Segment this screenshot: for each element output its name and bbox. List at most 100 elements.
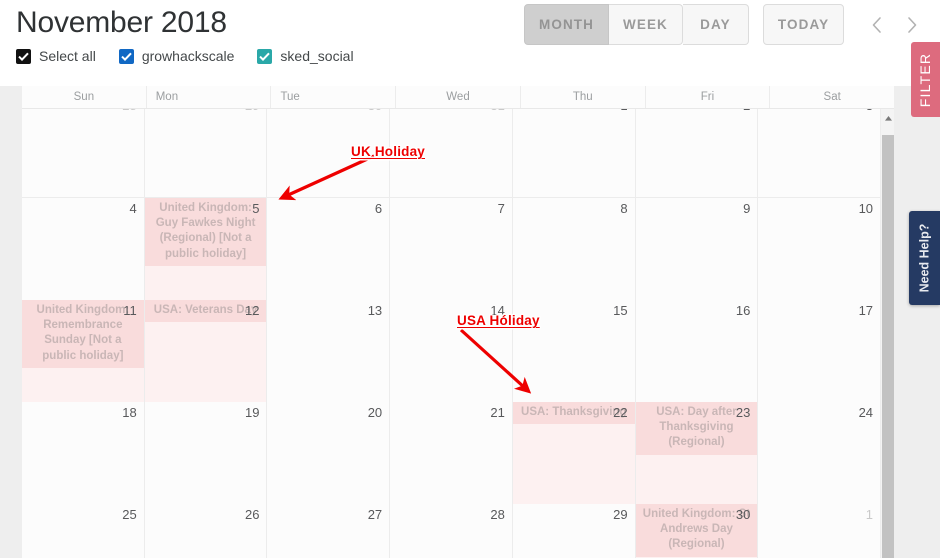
view-switcher: MONTH WEEK DAY TODAY <box>524 4 930 45</box>
page-title: November 2018 <box>16 6 227 39</box>
day-header-thu: Thu <box>519 86 645 108</box>
day-number: 19 <box>244 405 260 420</box>
account-filter-checkboxes: Select all growhackscale sked_social <box>16 46 377 66</box>
day-of-week-header: Sun Mon Tue Wed Thu Fri Sat <box>22 86 894 109</box>
day-number: 1 <box>620 109 627 113</box>
month-nav <box>858 5 930 45</box>
page-header: November 2018 MONTH WEEK DAY TODAY Selec… <box>0 0 940 86</box>
calendar-day-cell[interactable]: 13 <box>266 300 390 402</box>
day-number: 27 <box>367 507 383 522</box>
calendar-week-row: 25 26 27 28 29 United Kingdom: St Andrews Day… <box>22 503 880 558</box>
calendar-day-cell[interactable]: 6 <box>266 198 390 300</box>
need-help-tab[interactable]: Need Help? <box>909 211 940 305</box>
calendar-day-cell[interactable]: USA: Thanksgiving 22 <box>511 402 635 504</box>
day-number: 29 <box>613 507 628 522</box>
calendar-day-cell[interactable]: 24 <box>757 402 880 504</box>
calendar-grid-viewport: 282930311234United Kingdom: Guy Fawkes N… <box>22 109 880 558</box>
calendar-day-cell[interactable]: 29 <box>511 504 635 558</box>
day-number: 30 <box>735 507 751 522</box>
calendar-day-cell[interactable]: 17 <box>757 300 880 402</box>
calendar-day-cell[interactable]: 21 <box>389 402 512 504</box>
checkbox-sked-social[interactable] <box>257 48 273 64</box>
calendar-day-cell[interactable]: 4 <box>22 198 144 300</box>
calendar-scrollbar[interactable] <box>880 109 894 558</box>
calendar-day-cell[interactable]: USA: Veterans Day 12 <box>143 300 267 402</box>
scroll-up-arrow-icon[interactable] <box>881 109 895 127</box>
checkbox-label-select-all: Select all <box>39 48 96 64</box>
calendar-week-row: United Kingdom: Remembrance Sunday [Not … <box>22 299 880 402</box>
day-number: 6 <box>374 201 383 216</box>
calendar-day-cell[interactable]: 26 <box>143 504 267 558</box>
view-button-week[interactable]: WEEK <box>609 4 683 45</box>
checkbox-select-all[interactable] <box>16 48 31 64</box>
need-help-tab-label: Need Help? <box>917 223 932 293</box>
day-number: 16 <box>735 303 751 318</box>
calendar-day-cell[interactable]: United Kingdom: Remembrance Sunday [Not … <box>22 300 144 402</box>
day-number: 5 <box>252 201 260 216</box>
day-header-wed: Wed <box>395 86 520 108</box>
day-header-sat-label: Sat <box>823 91 841 103</box>
checkbox-item-select-all[interactable]: Select all <box>16 48 96 64</box>
calendar-week-row: 4 United Kingdom: Guy Fawkes Night (Regio… <box>22 197 880 300</box>
calendar-day-cell[interactable]: United Kingdom: St Andrews Day (Regional… <box>634 504 758 558</box>
calendar-day-cell[interactable]: 8 <box>511 198 635 300</box>
day-header-sun-label: Sun <box>73 91 95 103</box>
day-number: 21 <box>490 405 505 420</box>
annotation-label-usa-holiday: USA Hóliday <box>457 313 540 328</box>
checkbox-label-growhackscale: growhackscale <box>141 48 235 64</box>
today-button[interactable]: TODAY <box>762 4 845 45</box>
calendar-week-row: 28 29 30 31 1 2 3 <box>22 109 880 197</box>
calendar-day-cell[interactable]: 29 <box>143 109 267 197</box>
calendar-day-cell[interactable]: 2 <box>634 109 758 197</box>
annotation-label-uk-holiday: UK Holiday <box>351 144 426 159</box>
calendar-day-cell[interactable]: 18 <box>22 402 144 504</box>
day-number: 4 <box>129 201 137 216</box>
calendar-day-cell[interactable]: 16 <box>634 300 758 402</box>
day-number: 17 <box>858 303 874 318</box>
day-number: 20 <box>367 405 383 420</box>
day-number: 1 <box>865 507 874 522</box>
calendar-day-cell[interactable]: 28 <box>389 504 512 558</box>
checkbox-item-growhackscale[interactable]: growhackscale <box>118 48 235 64</box>
chevron-right-icon[interactable] <box>894 5 930 45</box>
day-header-fri: Fri <box>644 86 770 108</box>
day-number: 9 <box>743 201 751 216</box>
calendar-day-cell[interactable]: 19 <box>143 402 267 504</box>
day-header-mon: Mon <box>145 86 271 108</box>
calendar-day-cell[interactable]: 27 <box>266 504 390 558</box>
scrollbar-thumb[interactable] <box>882 135 894 558</box>
calendar-day-cell[interactable]: 3 <box>757 109 880 197</box>
view-button-month[interactable]: MONTH <box>524 4 609 45</box>
day-number: 26 <box>244 507 260 522</box>
calendar-day-cell[interactable]: 10 <box>757 198 880 300</box>
checkbox-item-sked-social[interactable]: sked_social <box>257 48 354 64</box>
checkbox-growhackscale[interactable] <box>118 48 134 64</box>
day-number: 31 <box>490 109 504 113</box>
filter-tab[interactable]: FILTER <box>911 42 940 117</box>
day-number: 29 <box>245 109 259 113</box>
day-number: 23 <box>735 405 751 420</box>
day-header-wed-label: Wed <box>446 91 470 103</box>
calendar-app: November 2018 MONTH WEEK DAY TODAY Selec… <box>0 0 940 558</box>
calendar-day-cell[interactable]: USA: Day after Thanksgiving (Regional) 23 <box>634 402 758 504</box>
filter-tab-label: FILTER <box>917 52 934 107</box>
day-number: 2 <box>743 109 750 113</box>
chevron-left-icon[interactable] <box>858 5 894 45</box>
day-number: 13 <box>367 303 383 318</box>
day-number: 15 <box>613 303 628 318</box>
calendar-event[interactable]: United Kingdom: Guy Fawkes Night (Region… <box>144 198 267 266</box>
calendar-day-cell[interactable]: 7 <box>389 198 512 300</box>
calendar-day-cell[interactable]: 1 <box>511 109 635 197</box>
calendar-day-cell[interactable]: 20 <box>266 402 390 504</box>
calendar-grid: 282930311234United Kingdom: Guy Fawkes N… <box>22 109 880 558</box>
day-header-tue-label: Tue <box>280 91 300 103</box>
calendar-day-cell[interactable]: 25 <box>22 504 144 558</box>
calendar-day-cell[interactable]: 1 <box>757 504 880 558</box>
calendar-day-cell[interactable]: 9 <box>634 198 758 300</box>
calendar-day-cell[interactable]: United Kingdom: Guy Fawkes Night (Region… <box>143 198 267 300</box>
view-button-day[interactable]: DAY <box>682 4 749 45</box>
day-number: 12 <box>244 303 260 318</box>
day-header-mon-label: Mon <box>155 91 179 103</box>
day-number: 28 <box>490 507 505 522</box>
calendar-day-cell[interactable]: 28 <box>22 109 144 197</box>
